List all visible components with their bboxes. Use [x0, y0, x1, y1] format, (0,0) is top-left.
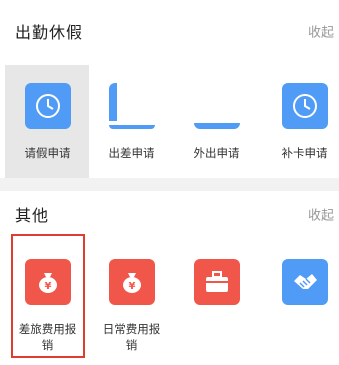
- attendance-section: 出勤休假 收起 请假申请 出差申请 外出申请 补卡申请: [0, 0, 339, 178]
- section-title: 出勤休假: [15, 23, 84, 42]
- handshake-item[interactable]: [262, 237, 339, 357]
- handshake-icon: [281, 259, 328, 305]
- business-trip-item[interactable]: 出差申请: [89, 65, 174, 178]
- svg-text:¥: ¥: [128, 281, 135, 292]
- clock-icon: [24, 83, 71, 129]
- highlight-frame: [11, 234, 85, 358]
- collapse-button[interactable]: 收起: [308, 205, 334, 224]
- collapse-button[interactable]: 收起: [308, 22, 334, 41]
- leave-request-item[interactable]: 请假申请: [5, 65, 90, 178]
- icon-mask: [116, 83, 155, 121]
- card-correction-item[interactable]: 补卡申请: [262, 65, 339, 178]
- partial-blue-icon: [194, 123, 240, 129]
- item-label: 外出申请: [193, 146, 240, 160]
- other-header: 其他 收起: [0, 191, 339, 239]
- section-title: 其他: [15, 206, 50, 225]
- go-out-item[interactable]: 外出申请: [174, 65, 259, 178]
- clock-icon: [281, 83, 328, 129]
- briefcase-item[interactable]: [174, 237, 259, 357]
- briefcase-icon: [193, 259, 240, 305]
- partial-blue-icon-bottom: [109, 125, 155, 129]
- money-bag-icon: ¥: [108, 259, 155, 305]
- daily-expense-item[interactable]: ¥ 日常费用报 销: [89, 237, 174, 357]
- item-label: 请假申请: [24, 146, 71, 160]
- other-section: 其他 收起 ¥ 差旅费用报 销 ¥ 日常费用报 销: [0, 191, 339, 365]
- item-label-line2: 销: [125, 338, 138, 352]
- attendance-header: 出勤休假 收起: [0, 0, 339, 48]
- item-label: 补卡申请: [281, 146, 328, 160]
- item-label: 出差申请: [108, 146, 155, 160]
